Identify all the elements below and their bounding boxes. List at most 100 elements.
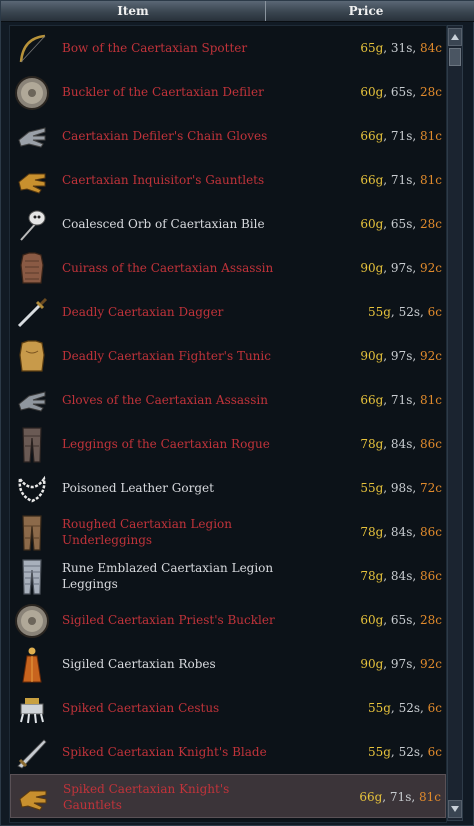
list-item[interactable]: Roughed Caertaxian Legion Underleggings 7… <box>10 510 446 554</box>
arrow-down-icon <box>451 806 459 812</box>
list-item[interactable]: Deadly Caertaxian Fighter's Tunic 90g, 97… <box>10 334 446 378</box>
scroll-thumb[interactable] <box>449 48 461 66</box>
copper-amount: 81c <box>419 790 441 804</box>
copper-amount: 81c <box>420 129 442 143</box>
gold-amount: 55g <box>367 745 391 759</box>
item-name: Spiked Caertaxian Cestus <box>62 701 220 715</box>
chain-gloves-icon <box>14 120 50 154</box>
item-price: 78g, 84s, 86c <box>360 525 442 539</box>
copper-amount: 6c <box>427 745 442 759</box>
copper-amount: 81c <box>420 393 442 407</box>
gold-amount: 55g <box>367 305 391 319</box>
item-name: Buckler of the Caertaxian Defiler <box>62 85 264 99</box>
item-name: Sigiled Caertaxian Priest's Buckler <box>62 613 275 627</box>
item-name: Bow of the Caertaxian Spotter <box>62 41 248 55</box>
column-header: Item Price <box>1 1 474 22</box>
copper-amount: 72c <box>420 481 442 495</box>
copper-amount: 92c <box>420 657 442 671</box>
list-item[interactable]: Caertaxian Inquisitor's Gauntlets 66g, 71… <box>10 158 446 202</box>
item-name: Gloves of the Caertaxian Assassin <box>62 393 268 407</box>
item-list: Bow of the Caertaxian Spotter 65g, 31s, 8… <box>9 25 447 823</box>
silver-amount: 71s <box>389 790 412 804</box>
item-price: 60g, 65s, 28c <box>360 85 442 99</box>
item-name: Coalesced Orb of Caertaxian Bile <box>62 217 265 231</box>
copper-amount: 6c <box>427 701 442 715</box>
item-price: 60g, 65s, 28c <box>360 613 442 627</box>
item-name: Leggings of the Caertaxian Rogue <box>62 437 270 451</box>
item-price: 55g, 52s, 6c <box>367 745 442 759</box>
buckler-icon <box>14 76 50 110</box>
item-name: Cuirass of the Caertaxian Assassin <box>62 261 274 275</box>
copper-amount: 6c <box>427 305 442 319</box>
item-price: 66g, 71s, 81c <box>359 790 441 804</box>
list-item[interactable]: Leggings of the Caertaxian Rogue 78g, 84s… <box>10 422 446 466</box>
copper-amount: 92c <box>420 261 442 275</box>
gold-amount: 90g <box>360 261 384 275</box>
item-price: 78g, 84s, 86c <box>360 437 442 451</box>
price-column-header[interactable]: Price <box>265 1 466 21</box>
list-item[interactable]: Gloves of the Caertaxian Assassin 66g, 71… <box>10 378 446 422</box>
merchant-window: Item Price Bow of the Caertaxian Spotter… <box>0 0 474 826</box>
gold-amount: 90g <box>360 657 384 671</box>
list-item[interactable]: Caertaxian Defiler's Chain Gloves 66g, 71… <box>10 114 446 158</box>
silver-amount: 65s <box>390 613 413 627</box>
silver-amount: 65s <box>390 85 413 99</box>
silver-amount: 52s <box>398 745 420 759</box>
list-item[interactable]: Sigiled Caertaxian Priest's Buckler 60g, … <box>10 598 446 642</box>
orb-icon <box>14 208 50 242</box>
copper-amount: 86c <box>420 525 442 539</box>
cuirass-icon <box>14 252 50 286</box>
list-item[interactable]: Bow of the Caertaxian Spotter 65g, 31s, 8… <box>10 26 446 70</box>
silver-amount: 71s <box>390 173 413 187</box>
copper-amount: 92c <box>420 349 442 363</box>
list-item[interactable]: Buckler of the Caertaxian Defiler 60g, 65… <box>10 70 446 114</box>
list-item[interactable]: Spiked Caertaxian Cestus 55g, 52s, 6c <box>10 686 446 730</box>
list-item[interactable]: Sigiled Caertaxian Robes 90g, 97s, 92c <box>10 642 446 686</box>
gold-amount: 55g <box>360 481 384 495</box>
silver-amount: 97s <box>390 657 413 671</box>
item-name: Spiked Caertaxian Knight's Gauntlets <box>63 782 230 812</box>
list-item[interactable]: Spiked Caertaxian Knight's Gauntlets 66g,… <box>10 774 446 818</box>
item-price: 90g, 97s, 92c <box>360 349 442 363</box>
gold-amount: 78g <box>360 569 384 583</box>
gold-amount: 60g <box>360 613 384 627</box>
list-item[interactable]: Spiked Caertaxian Knight's Blade 55g, 52s… <box>10 730 446 774</box>
gold-amount: 66g <box>360 393 384 407</box>
copper-amount: 28c <box>420 217 442 231</box>
silver-amount: 97s <box>390 261 413 275</box>
arrow-up-icon <box>451 34 459 40</box>
list-item[interactable]: Cuirass of the Caertaxian Assassin 90g, 9… <box>10 246 446 290</box>
leggings-icon <box>14 427 50 463</box>
item-name: Roughed Caertaxian Legion Underleggings <box>62 517 232 547</box>
dagger-icon <box>14 296 50 330</box>
item-column-header[interactable]: Item <box>1 1 265 21</box>
copper-amount: 28c <box>420 613 442 627</box>
list-item[interactable]: Deadly Caertaxian Dagger 55g, 52s, 6c <box>10 290 446 334</box>
item-price: 66g, 71s, 81c <box>360 393 442 407</box>
item-price: 65g, 31s, 84c <box>360 41 442 55</box>
item-price: 78g, 84s, 86c <box>360 569 442 583</box>
list-item[interactable]: Coalesced Orb of Caertaxian Bile 60g, 65s… <box>10 202 446 246</box>
buckler-icon <box>14 604 50 638</box>
copper-amount: 81c <box>420 173 442 187</box>
chain-leggings-icon <box>14 559 50 595</box>
item-name: Deadly Caertaxian Dagger <box>62 305 224 319</box>
tunic-icon <box>14 340 50 374</box>
robes-icon <box>14 647 50 683</box>
scroll-down-button[interactable] <box>448 800 462 818</box>
silver-amount: 84s <box>390 437 413 451</box>
scrollbar[interactable] <box>447 25 463 821</box>
item-name: Poisoned Leather Gorget <box>62 481 214 495</box>
gold-amount: 66g <box>360 129 384 143</box>
silver-amount: 84s <box>390 569 413 583</box>
item-price: 66g, 71s, 81c <box>360 129 442 143</box>
list-item[interactable]: Poisoned Leather Gorget 55g, 98s, 72c <box>10 466 446 510</box>
copper-amount: 84c <box>420 41 442 55</box>
gorget-icon <box>14 472 50 506</box>
gold-amount: 66g <box>360 173 384 187</box>
item-price: 90g, 97s, 92c <box>360 261 442 275</box>
item-name: Caertaxian Defiler's Chain Gloves <box>62 129 268 143</box>
list-item[interactable]: Rune Emblazed Caertaxian Legion Leggings… <box>10 554 446 598</box>
silver-amount: 65s <box>390 217 413 231</box>
scroll-up-button[interactable] <box>448 28 462 46</box>
